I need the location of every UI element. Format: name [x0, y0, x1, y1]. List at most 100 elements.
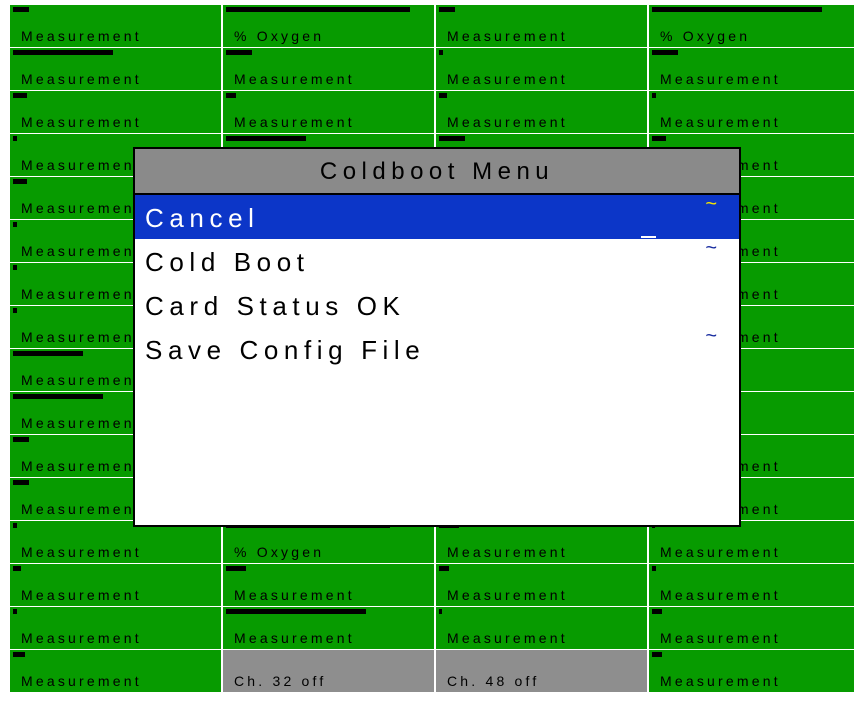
channel-label: Measurement	[660, 544, 781, 560]
channel-label: Measurement	[21, 544, 142, 560]
channel-level-bar	[226, 7, 410, 12]
channel-level-bar	[13, 523, 17, 528]
menu-item-save-config[interactable]: Save Config File ~	[135, 325, 739, 371]
menu-item-label: Cold Boot	[145, 247, 310, 277]
channel-label: Measurement	[234, 587, 355, 603]
channel-cell[interactable]: Measurement	[436, 48, 648, 91]
channel-level-bar	[652, 652, 662, 657]
channel-cell[interactable]: Measurement	[649, 650, 854, 693]
channel-level-bar	[226, 136, 306, 141]
channel-cell[interactable]: Measurement	[10, 650, 222, 693]
channel-label: Ch. 32 off	[234, 673, 327, 689]
channel-level-bar	[13, 222, 17, 227]
channel-level-bar	[226, 50, 252, 55]
channel-cell[interactable]: % Oxygen	[649, 5, 854, 48]
channel-cell[interactable]: Measurement	[223, 48, 435, 91]
channel-cell[interactable]: Measurement	[223, 91, 435, 134]
channel-level-bar	[13, 609, 17, 614]
dialog-title: Coldboot Menu	[319, 158, 555, 185]
channel-label: Measurement	[660, 114, 781, 130]
channel-label: % Oxygen	[234, 544, 325, 560]
channel-label: Measurement	[660, 587, 781, 603]
channel-cell[interactable]: Measurement	[10, 521, 222, 564]
channel-cell[interactable]: Measurement	[436, 564, 648, 607]
channel-level-bar	[652, 136, 666, 141]
submenu-tilde-icon: ~	[705, 325, 717, 347]
channel-cell[interactable]: Measurement	[223, 607, 435, 650]
channel-label: Measurement	[21, 28, 142, 44]
channel-level-bar	[13, 179, 27, 184]
channel-level-bar	[13, 652, 25, 657]
channel-cell[interactable]: Measurement	[223, 564, 435, 607]
channel-label: Measurement	[21, 630, 142, 646]
channel-cell[interactable]: Measurement	[649, 48, 854, 91]
channel-level-bar	[226, 93, 236, 98]
channel-level-bar	[439, 7, 455, 12]
channel-cell-off[interactable]: Ch. 32 off	[223, 650, 435, 693]
coldboot-menu-dialog: Coldboot Menu Cancel ~ Cold Boot ~ Card …	[133, 147, 741, 527]
channel-cell[interactable]: Measurement	[649, 564, 854, 607]
channel-cell[interactable]: Measurement	[436, 521, 648, 564]
channel-cell[interactable]: Measurement	[10, 5, 222, 48]
channel-cell[interactable]: Measurement	[649, 607, 854, 650]
channel-label: Measurement	[21, 157, 142, 173]
channel-cell[interactable]: Measurement	[649, 91, 854, 134]
channel-level-bar	[652, 50, 678, 55]
submenu-tilde-icon: ~	[705, 237, 717, 259]
channel-cell[interactable]: Measurement	[649, 521, 854, 564]
channel-level-bar	[13, 566, 21, 571]
channel-label: Measurement	[447, 630, 568, 646]
channel-level-bar	[226, 609, 366, 614]
menu-item-label: Cancel	[145, 203, 260, 233]
channel-level-bar	[439, 136, 465, 141]
menu-item-cancel[interactable]: Cancel ~	[135, 193, 739, 239]
channel-cell[interactable]: Measurement	[436, 607, 648, 650]
channel-cell[interactable]: Measurement	[436, 91, 648, 134]
channel-cell[interactable]: Measurement	[10, 564, 222, 607]
channel-label: Measurement	[447, 28, 568, 44]
menu-item-card-status[interactable]: Card Status OK	[135, 283, 739, 327]
channel-label: Measurement	[21, 415, 142, 431]
channel-label: Measurement	[447, 544, 568, 560]
channel-label: Measurement	[21, 243, 142, 259]
channel-level-bar	[439, 50, 443, 55]
channel-level-bar	[439, 566, 449, 571]
channel-label: % Oxygen	[660, 28, 751, 44]
channel-cell[interactable]: % Oxygen	[223, 521, 435, 564]
channel-level-bar	[652, 609, 662, 614]
channel-label: Measurement	[660, 673, 781, 689]
menu-item-cold-boot[interactable]: Cold Boot ~	[135, 237, 739, 283]
channel-label: Measurement	[660, 71, 781, 87]
channel-level-bar	[13, 93, 27, 98]
channel-cell[interactable]: Measurement	[10, 48, 222, 91]
channel-label: Measurement	[21, 329, 142, 345]
channel-level-bar	[13, 351, 83, 356]
channel-level-bar	[13, 136, 17, 141]
channel-label: Measurement	[21, 673, 142, 689]
channel-cell[interactable]: Measurement	[10, 607, 222, 650]
dialog-title-bar: Coldboot Menu	[135, 149, 739, 195]
channel-level-bar	[13, 50, 113, 55]
channel-label: Measurement	[21, 200, 142, 216]
channel-level-bar	[439, 609, 442, 614]
channel-cell[interactable]: Measurement	[436, 5, 648, 48]
channel-label: Measurement	[21, 114, 142, 130]
channel-label: % Oxygen	[234, 28, 325, 44]
channel-level-bar	[13, 308, 17, 313]
channel-label: Measurement	[21, 372, 142, 388]
channel-level-bar	[439, 93, 447, 98]
channel-label: Measurement	[21, 587, 142, 603]
channel-label: Measurement	[21, 286, 142, 302]
channel-label: Measurement	[21, 71, 142, 87]
channel-label: Measurement	[447, 71, 568, 87]
channel-label: Measurement	[234, 630, 355, 646]
channel-label: Measurement	[660, 630, 781, 646]
channel-level-bar	[13, 437, 29, 442]
channel-cell[interactable]: % Oxygen	[223, 5, 435, 48]
menu-item-label: Save Config File	[145, 335, 426, 365]
channel-cell[interactable]: Measurement	[10, 91, 222, 134]
channel-level-bar	[652, 566, 656, 571]
cursor-mark	[641, 236, 656, 238]
channel-cell-off[interactable]: Ch. 48 off	[436, 650, 648, 693]
channel-label: Measurement	[234, 114, 355, 130]
